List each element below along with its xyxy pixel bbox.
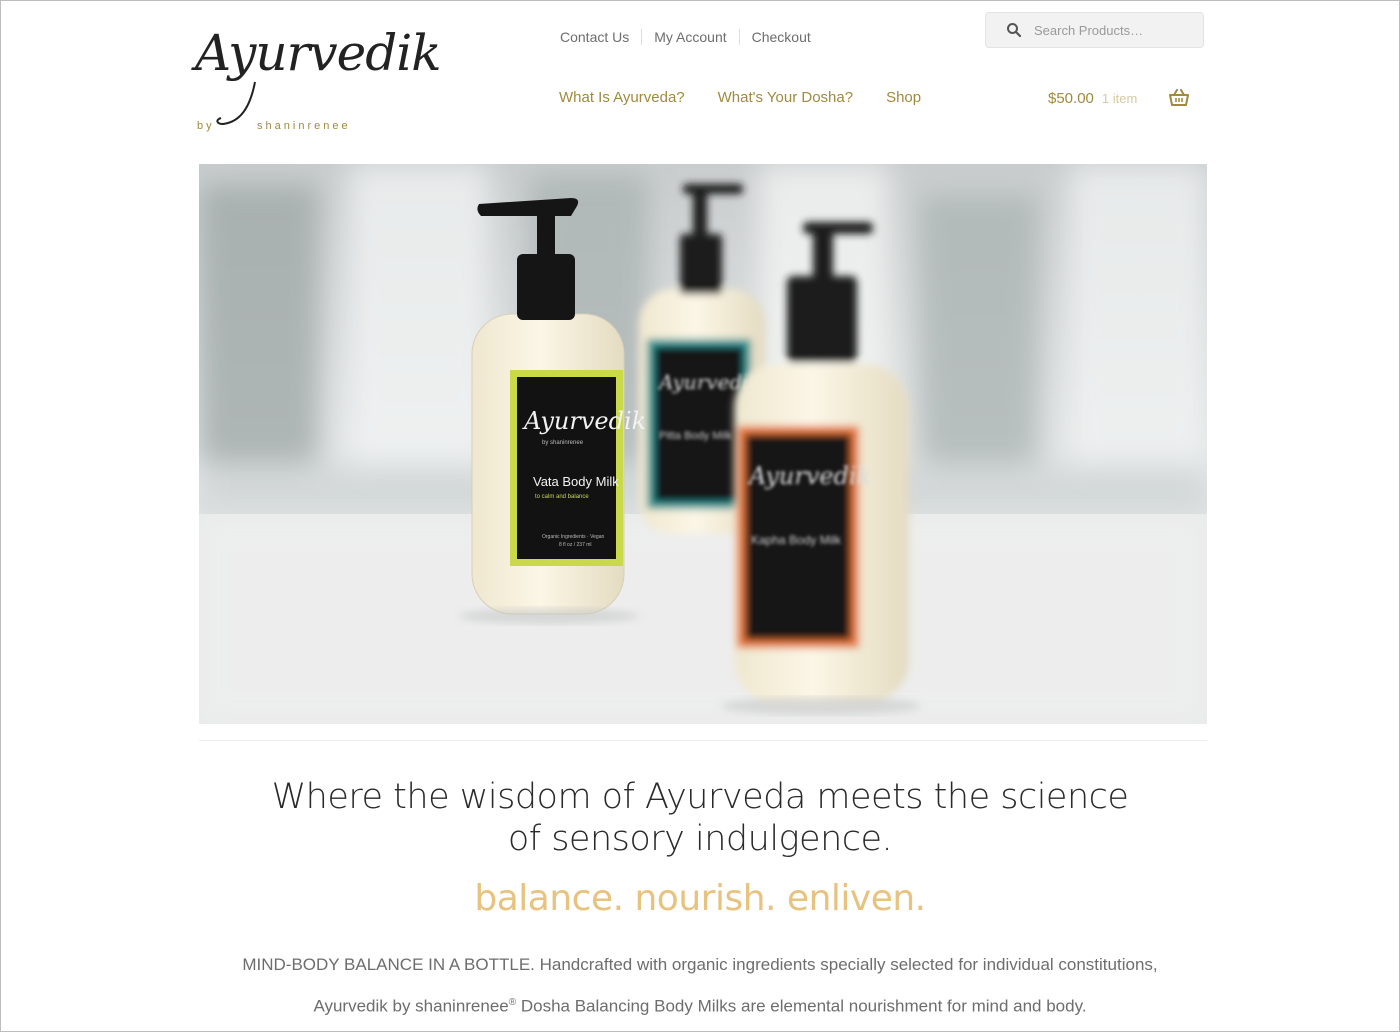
cart-total[interactable]: $50.00: [1048, 90, 1094, 107]
nav-whats-your-dosha[interactable]: What's Your Dosha?: [718, 89, 853, 106]
headline-line-1: Where the wisdom of Ayurveda meets the s…: [271, 777, 1129, 817]
bottle-right-brand: Ayurvedik: [747, 462, 871, 490]
cart-summary[interactable]: $50.00 1 item: [1048, 89, 1190, 107]
cart-item-count[interactable]: 1 item: [1102, 91, 1137, 106]
bottle-mid-product: Pitta Body Milk: [659, 430, 732, 442]
main-nav: What Is Ayurveda? What's Your Dosha? Sho…: [559, 89, 954, 106]
intro-line-1: MIND-BODY BALANCE IN A BOTTLE. Handcraft…: [242, 955, 1158, 974]
search-icon[interactable]: [1006, 22, 1022, 38]
nav-shop[interactable]: Shop: [886, 89, 921, 106]
contact-us-link[interactable]: Contact Us: [560, 29, 641, 45]
utility-nav: Contact Us My Account Checkout: [560, 29, 823, 45]
nav-what-is-ayurveda[interactable]: What Is Ayurveda?: [559, 89, 685, 106]
my-account-link[interactable]: My Account: [641, 29, 738, 45]
headline-line-2: of sensory indulgence.: [507, 819, 893, 859]
search-input[interactable]: [1034, 22, 1184, 38]
checkout-link[interactable]: Checkout: [738, 29, 823, 45]
bottle-left-size: 8 fl oz / 237 ml: [559, 542, 592, 548]
section-divider: [199, 740, 1207, 741]
bottle-left-product: Vata Body Milk: [533, 474, 619, 489]
bottle-left-ingredients: Organic Ingredients · Vegan: [542, 534, 604, 540]
intro-line-2: Ayurvedik by shaninrenee® Dosha Balancin…: [313, 996, 1087, 1016]
bottle-left-tagline: to calm and balance: [535, 494, 589, 500]
bottle-right-product: Kapha Body Milk: [751, 533, 842, 547]
hero-image: Ayurvedik Pitta Body Milk Ayurvedik by s…: [199, 164, 1207, 724]
headline: Where the wisdom of Ayurveda meets the s…: [200, 776, 1200, 860]
logo-byline: by shaninrenee: [197, 120, 351, 132]
product-search[interactable]: [985, 12, 1204, 48]
site-logo[interactable]: Ayurvedik by shaninrenee: [195, 28, 442, 138]
bottle-left-sub: by shaninrenee: [542, 440, 584, 446]
intro-copy: MIND-BODY BALANCE IN A BOTTLE. Handcraft…: [200, 946, 1200, 1026]
logo-wordmark: Ayurvedik: [195, 24, 442, 82]
accent-tagline: balance. nourish. enliven.: [474, 878, 926, 919]
bottle-left-brand: Ayurvedik: [522, 407, 646, 435]
basket-icon[interactable]: [1169, 89, 1190, 107]
